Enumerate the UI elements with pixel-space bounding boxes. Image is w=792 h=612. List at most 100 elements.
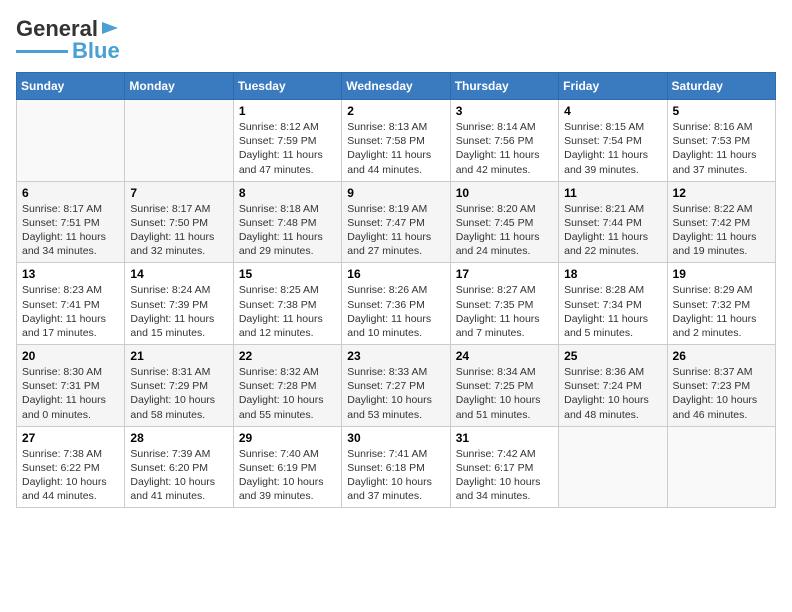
- calendar-cell: 12 Sunrise: 8:22 AM Sunset: 7:42 PM Dayli…: [667, 181, 775, 263]
- calendar-cell: 18Sunrise: 8:28 AM Sunset: 7:34 PM Dayli…: [559, 263, 667, 345]
- calendar-cell: 29 Sunrise: 7:40 AM Sunset: 6:19 PM Dayli…: [233, 426, 341, 508]
- day-number: 20: [22, 349, 119, 363]
- column-header-saturday: Saturday: [667, 73, 775, 100]
- calendar-cell: 17 Sunrise: 8:27 AM Sunset: 7:35 PM Dayli…: [450, 263, 558, 345]
- day-number: 25: [564, 349, 661, 363]
- calendar-cell: 14Sunrise: 8:24 AM Sunset: 7:39 PM Dayli…: [125, 263, 233, 345]
- column-header-sunday: Sunday: [17, 73, 125, 100]
- calendar-cell: 21Sunrise: 8:31 AM Sunset: 7:29 PM Dayli…: [125, 345, 233, 427]
- day-info: Sunrise: 8:16 AM Sunset: 7:53 PM Dayligh…: [673, 120, 770, 177]
- day-number: 26: [673, 349, 770, 363]
- calendar-cell: 19 Sunrise: 8:29 AM Sunset: 7:32 PM Dayli…: [667, 263, 775, 345]
- day-info: Sunrise: 8:29 AM Sunset: 7:32 PM Dayligh…: [673, 283, 770, 340]
- day-number: 22: [239, 349, 336, 363]
- day-number: 15: [239, 267, 336, 281]
- day-number: 3: [456, 104, 553, 118]
- column-header-friday: Friday: [559, 73, 667, 100]
- day-number: 23: [347, 349, 444, 363]
- day-number: 17: [456, 267, 553, 281]
- calendar-cell: 6Sunrise: 8:17 AM Sunset: 7:51 PM Daylig…: [17, 181, 125, 263]
- day-number: 27: [22, 431, 119, 445]
- day-info: Sunrise: 7:38 AM Sunset: 6:22 PM Dayligh…: [22, 447, 119, 504]
- logo-arrow-icon: [100, 18, 120, 38]
- day-info: Sunrise: 8:14 AM Sunset: 7:56 PM Dayligh…: [456, 120, 553, 177]
- day-info: Sunrise: 8:27 AM Sunset: 7:35 PM Dayligh…: [456, 283, 553, 340]
- day-number: 8: [239, 186, 336, 200]
- day-info: Sunrise: 8:23 AM Sunset: 7:41 PM Dayligh…: [22, 283, 119, 340]
- calendar-cell: 13 Sunrise: 8:23 AM Sunset: 7:41 PM Dayli…: [17, 263, 125, 345]
- calendar-table: SundayMondayTuesdayWednesdayThursdayFrid…: [16, 72, 776, 508]
- calendar-cell: 8 Sunrise: 8:18 AM Sunset: 7:48 PM Daylig…: [233, 181, 341, 263]
- day-info: Sunrise: 8:17 AM Sunset: 7:50 PM Dayligh…: [130, 202, 227, 259]
- column-header-tuesday: Tuesday: [233, 73, 341, 100]
- calendar-cell: 1Sunrise: 8:12 AM Sunset: 7:59 PM Daylig…: [233, 100, 341, 182]
- calendar-cell: 30 Sunrise: 7:41 AM Sunset: 6:18 PM Dayli…: [342, 426, 450, 508]
- day-number: 14: [130, 267, 227, 281]
- day-number: 19: [673, 267, 770, 281]
- day-number: 11: [564, 186, 661, 200]
- calendar-week-row: 27 Sunrise: 7:38 AM Sunset: 6:22 PM Dayli…: [17, 426, 776, 508]
- day-info: Sunrise: 8:32 AM Sunset: 7:28 PM Dayligh…: [239, 365, 336, 422]
- day-info: Sunrise: 8:25 AM Sunset: 7:38 PM Dayligh…: [239, 283, 336, 340]
- calendar-cell: 7 Sunrise: 8:17 AM Sunset: 7:50 PM Daylig…: [125, 181, 233, 263]
- day-info: Sunrise: 8:36 AM Sunset: 7:24 PM Dayligh…: [564, 365, 661, 422]
- day-info: Sunrise: 8:22 AM Sunset: 7:42 PM Dayligh…: [673, 202, 770, 259]
- day-number: 6: [22, 186, 119, 200]
- day-number: 31: [456, 431, 553, 445]
- day-number: 1: [239, 104, 336, 118]
- day-info: Sunrise: 7:39 AM Sunset: 6:20 PM Dayligh…: [130, 447, 227, 504]
- logo-line: [16, 50, 68, 53]
- page-header: General Blue: [16, 16, 776, 64]
- calendar-cell: 28Sunrise: 7:39 AM Sunset: 6:20 PM Dayli…: [125, 426, 233, 508]
- day-info: Sunrise: 8:33 AM Sunset: 7:27 PM Dayligh…: [347, 365, 444, 422]
- logo-text-blue: Blue: [72, 38, 120, 64]
- day-number: 30: [347, 431, 444, 445]
- day-number: 5: [673, 104, 770, 118]
- calendar-week-row: 13 Sunrise: 8:23 AM Sunset: 7:41 PM Dayli…: [17, 263, 776, 345]
- calendar-week-row: 1Sunrise: 8:12 AM Sunset: 7:59 PM Daylig…: [17, 100, 776, 182]
- column-header-wednesday: Wednesday: [342, 73, 450, 100]
- calendar-cell: 27 Sunrise: 7:38 AM Sunset: 6:22 PM Dayli…: [17, 426, 125, 508]
- calendar-cell: 24 Sunrise: 8:34 AM Sunset: 7:25 PM Dayli…: [450, 345, 558, 427]
- day-number: 7: [130, 186, 227, 200]
- day-info: Sunrise: 8:34 AM Sunset: 7:25 PM Dayligh…: [456, 365, 553, 422]
- calendar-cell: 10 Sunrise: 8:20 AM Sunset: 7:45 PM Dayli…: [450, 181, 558, 263]
- logo: General Blue: [16, 16, 120, 64]
- calendar-cell: 11 Sunrise: 8:21 AM Sunset: 7:44 PM Dayli…: [559, 181, 667, 263]
- day-info: Sunrise: 8:13 AM Sunset: 7:58 PM Dayligh…: [347, 120, 444, 177]
- calendar-cell: [667, 426, 775, 508]
- calendar-cell: 23 Sunrise: 8:33 AM Sunset: 7:27 PM Dayli…: [342, 345, 450, 427]
- day-info: Sunrise: 8:26 AM Sunset: 7:36 PM Dayligh…: [347, 283, 444, 340]
- day-info: Sunrise: 7:41 AM Sunset: 6:18 PM Dayligh…: [347, 447, 444, 504]
- day-number: 21: [130, 349, 227, 363]
- day-info: Sunrise: 8:30 AM Sunset: 7:31 PM Dayligh…: [22, 365, 119, 422]
- day-number: 12: [673, 186, 770, 200]
- calendar-cell: 25 Sunrise: 8:36 AM Sunset: 7:24 PM Dayli…: [559, 345, 667, 427]
- day-number: 16: [347, 267, 444, 281]
- calendar-cell: 20 Sunrise: 8:30 AM Sunset: 7:31 PM Dayli…: [17, 345, 125, 427]
- day-number: 18: [564, 267, 661, 281]
- day-number: 29: [239, 431, 336, 445]
- calendar-cell: 3 Sunrise: 8:14 AM Sunset: 7:56 PM Daylig…: [450, 100, 558, 182]
- day-number: 24: [456, 349, 553, 363]
- calendar-cell: 31 Sunrise: 7:42 AM Sunset: 6:17 PM Dayli…: [450, 426, 558, 508]
- day-number: 13: [22, 267, 119, 281]
- day-number: 2: [347, 104, 444, 118]
- day-number: 10: [456, 186, 553, 200]
- day-info: Sunrise: 8:15 AM Sunset: 7:54 PM Dayligh…: [564, 120, 661, 177]
- day-number: 4: [564, 104, 661, 118]
- calendar-cell: 4 Sunrise: 8:15 AM Sunset: 7:54 PM Daylig…: [559, 100, 667, 182]
- day-info: Sunrise: 7:40 AM Sunset: 6:19 PM Dayligh…: [239, 447, 336, 504]
- calendar-header-row: SundayMondayTuesdayWednesdayThursdayFrid…: [17, 73, 776, 100]
- calendar-cell: 16 Sunrise: 8:26 AM Sunset: 7:36 PM Dayli…: [342, 263, 450, 345]
- day-info: Sunrise: 8:18 AM Sunset: 7:48 PM Dayligh…: [239, 202, 336, 259]
- column-header-thursday: Thursday: [450, 73, 558, 100]
- day-info: Sunrise: 7:42 AM Sunset: 6:17 PM Dayligh…: [456, 447, 553, 504]
- calendar-week-row: 6Sunrise: 8:17 AM Sunset: 7:51 PM Daylig…: [17, 181, 776, 263]
- calendar-cell: 26Sunrise: 8:37 AM Sunset: 7:23 PM Dayli…: [667, 345, 775, 427]
- day-info: Sunrise: 8:20 AM Sunset: 7:45 PM Dayligh…: [456, 202, 553, 259]
- calendar-cell: [559, 426, 667, 508]
- calendar-week-row: 20 Sunrise: 8:30 AM Sunset: 7:31 PM Dayli…: [17, 345, 776, 427]
- calendar-cell: [125, 100, 233, 182]
- day-info: Sunrise: 8:21 AM Sunset: 7:44 PM Dayligh…: [564, 202, 661, 259]
